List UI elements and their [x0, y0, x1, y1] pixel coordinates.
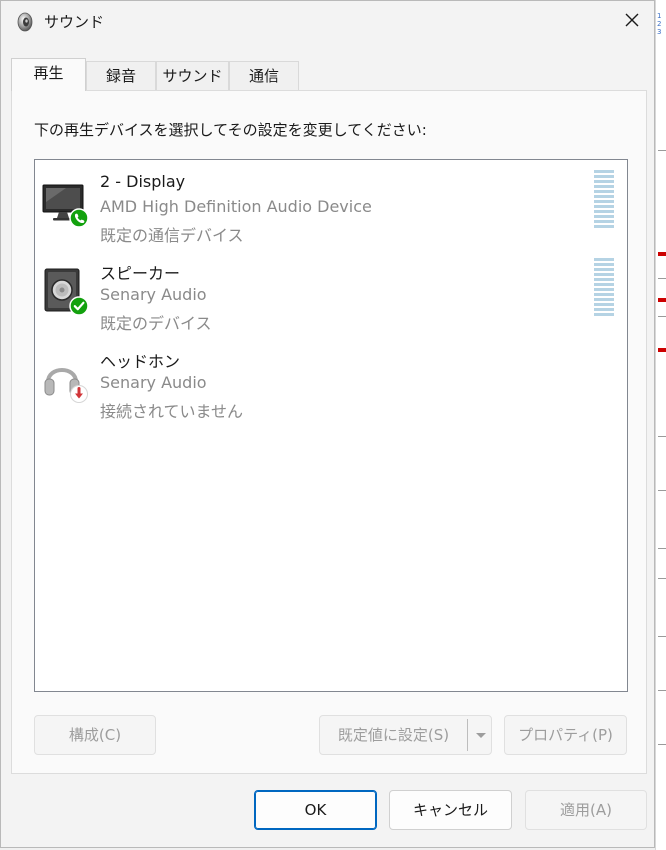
background-line	[658, 636, 666, 637]
background-line	[658, 578, 666, 579]
background-line	[658, 278, 666, 279]
set-default-button[interactable]: 既定値に設定(S)	[320, 716, 467, 754]
headphones-icon	[42, 354, 92, 404]
background-text: 3	[657, 28, 662, 36]
background-line	[658, 490, 666, 491]
level-meter	[594, 170, 614, 230]
playback-panel: 下の再生デバイスを選択してその設定を変更してください: 2 - Display	[11, 90, 647, 774]
device-item-display[interactable]: 2 - Display AMD High Definition Audio De…	[36, 160, 626, 248]
speaker-icon	[42, 266, 92, 316]
background-line	[658, 316, 666, 317]
device-name: ヘッドホン	[100, 352, 181, 371]
background-mark	[658, 348, 666, 352]
device-description: Senary Audio	[100, 373, 207, 392]
tab-recording[interactable]: 録音	[86, 61, 156, 90]
ok-button[interactable]: OK	[254, 790, 377, 830]
background-line	[658, 744, 666, 745]
background-line	[658, 690, 666, 691]
device-status: 既定の通信デバイス	[100, 226, 244, 245]
device-name: スピーカー	[100, 264, 181, 283]
sound-dialog: サウンド 再生 録音 サウンド 通信 下の再生デバイスを選択してその設定を変更し…	[0, 0, 655, 848]
configure-button[interactable]: 構成(C)	[34, 715, 156, 755]
background-window: 1 2 3	[655, 0, 666, 850]
tab-communications[interactable]: 通信	[229, 61, 299, 90]
device-description: AMD High Definition Audio Device	[100, 197, 372, 216]
device-status: 既定のデバイス	[100, 314, 212, 333]
monitor-icon	[42, 178, 92, 228]
tab-sounds[interactable]: サウンド	[156, 61, 229, 90]
device-item-speaker[interactable]: スピーカー Senary Audio 既定のデバイス	[36, 248, 626, 336]
instruction-label: 下の再生デバイスを選択してその設定を変更してください:	[34, 121, 427, 139]
speaker-app-icon	[15, 12, 35, 32]
level-meter	[594, 258, 614, 318]
apply-button[interactable]: 適用(A)	[525, 790, 647, 830]
set-default-split-button[interactable]: 既定値に設定(S)	[319, 715, 492, 755]
background-mark	[658, 298, 666, 302]
cancel-button[interactable]: キャンセル	[389, 790, 512, 830]
tab-playback[interactable]: 再生	[11, 58, 86, 91]
title-bar[interactable]: サウンド	[1, 1, 654, 43]
device-description: Senary Audio	[100, 285, 207, 304]
chevron-down-icon	[475, 716, 487, 754]
close-button[interactable]	[610, 1, 654, 43]
device-status: 接続されていません	[100, 402, 244, 421]
background-text: 1	[657, 12, 662, 20]
split-divider	[467, 719, 468, 751]
background-line	[658, 436, 666, 437]
device-name: 2 - Display	[100, 172, 186, 191]
properties-button[interactable]: プロパティ(P)	[504, 715, 627, 755]
background-mark	[658, 252, 666, 256]
window-title: サウンド	[44, 13, 105, 31]
background-text: 2	[657, 20, 662, 28]
background-line	[658, 548, 666, 549]
close-icon	[624, 12, 640, 32]
set-default-dropdown[interactable]	[470, 716, 492, 754]
device-item-headphones[interactable]: ヘッドホン Senary Audio 接続されていません	[36, 336, 626, 424]
device-list[interactable]: 2 - Display AMD High Definition Audio De…	[34, 159, 628, 692]
background-line	[658, 150, 666, 151]
